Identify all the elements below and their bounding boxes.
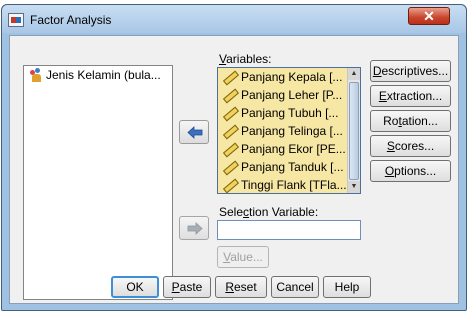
list-item[interactable]: Panjang Tanduk [... xyxy=(218,158,360,176)
scale-measure-icon xyxy=(222,143,237,155)
rotation-button[interactable]: Rotation... xyxy=(370,110,451,132)
cancel-button[interactable]: Cancel xyxy=(271,276,319,298)
title-bar[interactable]: Factor Analysis ✕ xyxy=(2,5,466,33)
list-item-label: Panjang Ekor [PE... xyxy=(241,142,346,156)
ok-button[interactable]: OK xyxy=(111,276,159,298)
extraction-button[interactable]: Extraction... xyxy=(370,85,451,107)
move-to-selection-button[interactable] xyxy=(179,216,209,240)
list-item-label: Panjang Tubuh [... xyxy=(241,106,339,120)
dialog-title: Factor Analysis xyxy=(30,13,112,27)
scores-button[interactable]: Scores... xyxy=(370,135,451,157)
close-button[interactable]: ✕ xyxy=(408,7,450,25)
list-item-label: Panjang Tanduk [... xyxy=(241,160,344,174)
scale-measure-icon xyxy=(222,161,237,173)
close-icon: ✕ xyxy=(423,8,435,24)
list-item[interactable]: Jenis Kelamin (bula... xyxy=(24,66,172,85)
value-button[interactable]: Value... xyxy=(217,246,269,268)
selection-variable-label: Selection Variable: xyxy=(219,205,319,219)
source-variable-list[interactable]: Jenis Kelamin (bula... xyxy=(23,65,173,300)
scroll-up-icon[interactable]: ▲ xyxy=(348,68,360,80)
scale-measure-icon xyxy=(222,89,237,101)
arrow-right-icon xyxy=(187,222,203,235)
list-item-label: Jenis Kelamin (bula... xyxy=(46,68,161,82)
list-item[interactable]: Panjang Kepala [... xyxy=(218,68,360,86)
list-item[interactable]: Panjang Tubuh [... xyxy=(218,104,360,122)
help-button[interactable]: Help xyxy=(323,276,371,298)
dialog-body: Jenis Kelamin (bula... Variables: Panjan… xyxy=(9,35,459,304)
list-item-label: Tinggi Flank [TFla... xyxy=(241,178,347,192)
variables-scrollbar[interactable]: ▲ ▼ xyxy=(347,68,360,193)
move-to-variables-button[interactable] xyxy=(179,120,209,144)
factor-analysis-dialog: Factor Analysis ✕ Jenis Kelamin (bula...… xyxy=(1,4,467,311)
descriptives-button[interactable]: Descriptives... xyxy=(370,60,451,82)
paste-button[interactable]: Paste xyxy=(163,276,211,298)
scale-measure-icon xyxy=(222,71,237,83)
list-item[interactable]: Panjang Telinga [... xyxy=(218,122,360,140)
spss-dialog-icon xyxy=(8,13,24,27)
scroll-thumb[interactable] xyxy=(349,82,359,180)
arrow-left-icon xyxy=(187,126,203,139)
scale-measure-icon xyxy=(222,107,237,119)
list-item-label: Panjang Leher [P... xyxy=(241,88,343,102)
nominal-measure-icon xyxy=(28,68,44,83)
selection-variable-field[interactable] xyxy=(217,220,361,240)
scale-measure-icon xyxy=(222,125,237,137)
list-item[interactable]: Panjang Ekor [PE... xyxy=(218,140,360,158)
list-item-label: Panjang Telinga [... xyxy=(241,124,343,138)
list-item[interactable]: Tinggi Flank [TFla... xyxy=(218,176,360,194)
list-item-label: Panjang Kepala [... xyxy=(241,70,343,84)
scroll-down-icon[interactable]: ▼ xyxy=(348,181,360,193)
list-item[interactable]: Panjang Leher [P... xyxy=(218,86,360,104)
scale-measure-icon xyxy=(222,179,237,191)
options-button[interactable]: Options... xyxy=(370,160,451,182)
variables-list[interactable]: Panjang Kepala [... Panjang Leher [P... … xyxy=(217,67,361,194)
variables-label: Variables: xyxy=(219,52,272,66)
reset-button[interactable]: Reset xyxy=(215,276,267,298)
